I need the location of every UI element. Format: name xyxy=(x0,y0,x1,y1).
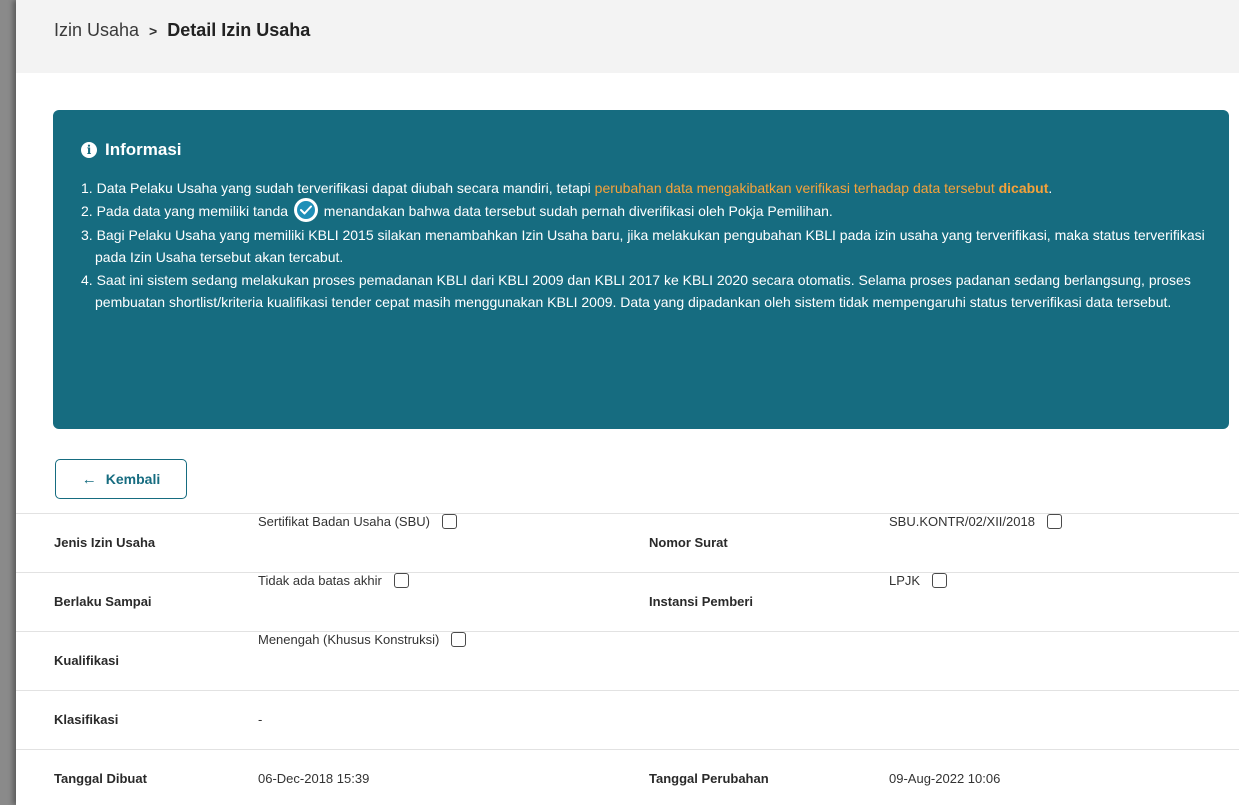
berlaku-checkbox[interactable] xyxy=(393,573,409,588)
info-panel: i Informasi 1. Data Pelaku Usaha yang su… xyxy=(53,110,1229,429)
info-item-text: Bagi Pelaku Usaha yang memiliki KBLI 201… xyxy=(95,226,1205,266)
info-list: 1. Data Pelaku Usaha yang sudah terverif… xyxy=(81,177,1211,314)
arrow-left-icon: ← xyxy=(81,470,97,488)
page-frame: Izin Usaha > Detail Izin Usaha i Informa… xyxy=(16,0,1239,805)
klasifikasi-value: - xyxy=(258,712,263,727)
info-item-number: 3. xyxy=(81,226,93,243)
info-item-highlight: perubahan data mengakibatkan verifikasi … xyxy=(594,180,999,196)
instansi-checkbox[interactable] xyxy=(932,573,948,588)
page-title: Detail Izin Usaha xyxy=(167,20,311,40)
berlaku-value-group: Tidak ada batas akhir xyxy=(258,573,409,588)
back-button-label: Kembali xyxy=(105,471,161,487)
nomor-surat-checkbox[interactable] xyxy=(1046,514,1062,529)
info-item-number: 2. xyxy=(81,202,93,219)
breadcrumb-separator-icon: > xyxy=(149,22,158,39)
jenis-izin-label: Jenis Izin Usaha xyxy=(54,535,156,550)
back-button[interactable]: ← Kembali xyxy=(55,459,187,499)
info-circle-icon: i xyxy=(81,142,97,158)
tanggal-dibuat-value: 06-Dec-2018 15:39 xyxy=(258,771,370,786)
info-item-number: 4. xyxy=(81,271,93,288)
instansi-label: Instansi Pemberi xyxy=(649,594,754,609)
info-item-2: 2. Pada data yang memiliki tanda menanda… xyxy=(81,197,1211,224)
tanggal-dibuat-label: Tanggal Dibuat xyxy=(54,771,147,786)
nomor-surat-value-group: SBU.KONTR/02/XII/2018 xyxy=(889,514,1062,529)
detail-row: Berlaku Sampai Tidak ada batas akhir Ins… xyxy=(16,572,1239,631)
breadcrumb-parent-link[interactable]: Izin Usaha xyxy=(54,20,139,41)
detail-row: Tanggal Dibuat 06-Dec-2018 15:39 Tanggal… xyxy=(16,749,1239,805)
info-item-number: 1. xyxy=(81,180,93,196)
kualifikasi-value-group: Menengah (Khusus Konstruksi) xyxy=(258,632,467,647)
detail-row: Klasifikasi - xyxy=(16,690,1239,749)
tanggal-perubahan-value: 09-Aug-2022 10:06 xyxy=(889,771,1001,786)
header-bar: Izin Usaha > Detail Izin Usaha xyxy=(16,0,1239,73)
instansi-value: LPJK xyxy=(889,573,921,588)
berlaku-value: Tidak ada batas akhir xyxy=(258,573,382,588)
info-item-text: Saat ini sistem sedang melakukan proses … xyxy=(95,271,1191,311)
detail-row: Jenis Izin Usaha Sertifikat Badan Usaha … xyxy=(16,513,1239,572)
instansi-value-group: LPJK xyxy=(889,573,948,588)
verified-check-icon xyxy=(293,197,318,222)
jenis-izin-value: Sertifikat Badan Usaha (SBU) xyxy=(258,514,430,529)
info-item-text: Data Pelaku Usaha yang sudah terverifika… xyxy=(96,180,595,196)
nomor-surat-value: SBU.KONTR/02/XII/2018 xyxy=(889,514,1035,529)
berlaku-label: Berlaku Sampai xyxy=(54,594,152,609)
jenis-izin-checkbox[interactable] xyxy=(441,514,457,529)
info-item-1: 1. Data Pelaku Usaha yang sudah terverif… xyxy=(81,177,1211,200)
kualifikasi-label: Kualifikasi xyxy=(54,653,120,668)
tanggal-perubahan-label: Tanggal Perubahan xyxy=(649,771,769,786)
nomor-surat-label: Nomor Surat xyxy=(649,535,728,550)
info-item-3: 3. Bagi Pelaku Usaha yang memiliki KBLI … xyxy=(81,224,1211,269)
detail-row: Kualifikasi Menengah (Khusus Konstruksi) xyxy=(16,631,1239,690)
info-item-text: Pada data yang memiliki tanda xyxy=(96,202,292,219)
kualifikasi-checkbox[interactable] xyxy=(451,632,467,647)
info-title-text: Informasi xyxy=(105,140,182,159)
info-item-4: 4. Saat ini sistem sedang melakukan pros… xyxy=(81,269,1211,314)
klasifikasi-label: Klasifikasi xyxy=(54,712,119,727)
info-item-text-after-icon: menandakan bahwa data tersebut sudah per… xyxy=(319,202,833,219)
breadcrumb: Izin Usaha > Detail Izin Usaha xyxy=(54,20,310,41)
info-item-highlight-bold: dicabut xyxy=(998,180,1049,196)
jenis-izin-value-group: Sertifikat Badan Usaha (SBU) xyxy=(258,514,457,529)
info-item-end: . xyxy=(1048,180,1053,196)
info-panel-title: i Informasi xyxy=(81,140,182,160)
kualifikasi-value: Menengah (Khusus Konstruksi) xyxy=(258,632,440,647)
